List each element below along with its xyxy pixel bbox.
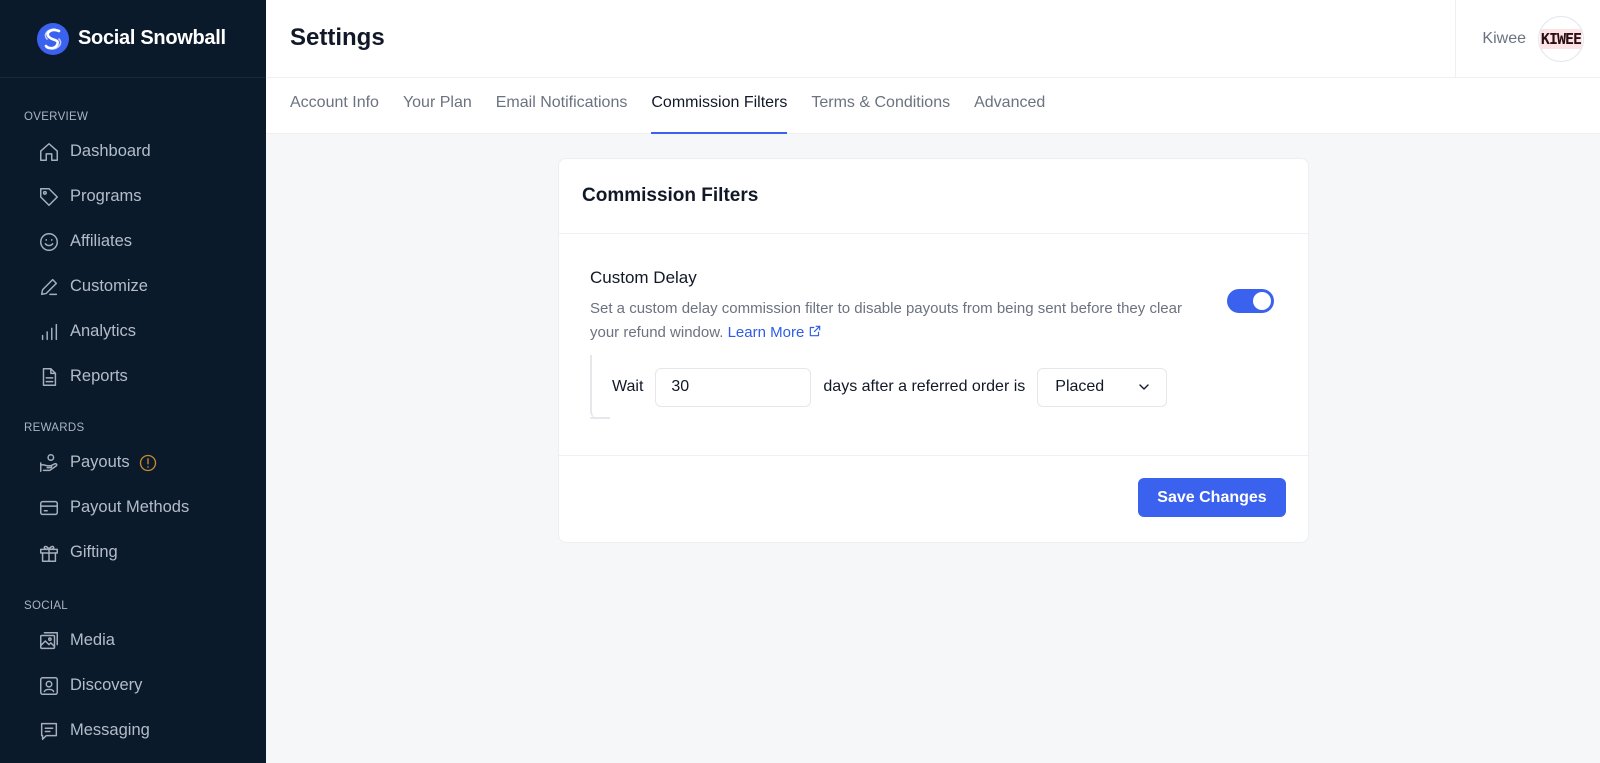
- sidebar-item-label: Payouts: [70, 453, 130, 471]
- custom-delay-setting: Custom Delay Set a custom delay commissi…: [559, 234, 1308, 456]
- home-icon: [40, 142, 58, 161]
- external-link-icon: [810, 325, 821, 337]
- delay-days-input[interactable]: [655, 367, 812, 407]
- tab-email-notifications[interactable]: Email Notifications: [496, 78, 628, 134]
- sidebar-item-payouts[interactable]: Payouts: [0, 440, 266, 485]
- section-label-social: SOCIAL: [24, 600, 68, 612]
- card-title: Commission Filters: [582, 185, 759, 206]
- tab-account-info[interactable]: Account Info: [290, 78, 379, 134]
- sidebar-item-gifting[interactable]: Gifting: [0, 530, 266, 575]
- user-menu[interactable]: Kiwee KIWEE: [1455, 0, 1600, 78]
- sidebar-item-label: Discovery: [70, 676, 143, 694]
- section-label-overview: OVERVIEW: [24, 111, 89, 123]
- sidebar-item-label: Analytics: [70, 322, 137, 340]
- brand[interactable]: Social Snowball: [0, 0, 266, 78]
- sidebar: Social Snowball OVERVIEW Dashboard Progr…: [0, 0, 266, 763]
- sidebar-item-label: Programs: [70, 187, 142, 205]
- sidebar-item-discovery[interactable]: Discovery: [0, 663, 266, 708]
- sidebar-item-reports[interactable]: Reports: [0, 354, 266, 399]
- page-title: Settings: [290, 24, 385, 51]
- hand-coin-icon: [40, 453, 58, 472]
- setting-description: Set a custom delay commission filter to …: [590, 297, 1190, 345]
- wait-label: Wait: [612, 378, 644, 395]
- user-square-icon: [40, 676, 58, 695]
- tab-your-plan[interactable]: Your Plan: [403, 78, 472, 134]
- sidebar-item-label: Dashboard: [70, 142, 151, 160]
- description-text: Set a custom delay commission filter to …: [590, 300, 1182, 341]
- sidebar-item-affiliates[interactable]: Affiliates: [0, 219, 266, 264]
- top-header: Settings Kiwee KIWEE: [266, 0, 1600, 78]
- tab-advanced[interactable]: Advanced: [974, 78, 1045, 134]
- card-footer: Save Changes: [559, 456, 1308, 542]
- document-icon: [42, 367, 57, 386]
- sidebar-item-label: Reports: [70, 367, 128, 385]
- toggle-knob: [1253, 292, 1271, 310]
- sidebar-item-label: Gifting: [70, 543, 118, 561]
- avatar-logo-text: KIWEE: [1539, 29, 1582, 49]
- message-icon: [40, 722, 58, 740]
- sidebar-item-media[interactable]: Media: [0, 618, 266, 663]
- custom-delay-toggle[interactable]: [1227, 289, 1274, 313]
- brand-name: Social Snowball: [78, 27, 226, 49]
- sidebar-item-label: Media: [70, 631, 115, 649]
- tab-commission-filters[interactable]: Commission Filters: [651, 78, 788, 134]
- chevron-down-icon: [1139, 384, 1149, 390]
- settings-tabs: Account Info Your Plan Email Notificatio…: [266, 78, 1600, 134]
- sidebar-item-analytics[interactable]: Analytics: [0, 309, 266, 354]
- bar-chart-icon: [41, 323, 58, 340]
- sidebar-item-messaging[interactable]: Messaging: [0, 708, 266, 753]
- sidebar-item-label: Messaging: [70, 721, 150, 739]
- commission-filters-card: Commission Filters Custom Delay Set a cu…: [558, 158, 1309, 543]
- order-status-select[interactable]: Placed: [1037, 367, 1168, 407]
- delay-rule-row: Wait days after a referred order is Plac…: [590, 355, 1168, 419]
- sidebar-item-label: Customize: [70, 277, 148, 295]
- setting-title: Custom Delay: [590, 268, 697, 287]
- sidebar-item-payout-methods[interactable]: Payout Methods: [0, 485, 266, 530]
- gift-icon: [40, 545, 58, 562]
- card-header: Commission Filters: [559, 159, 1308, 234]
- sidebar-item-dashboard[interactable]: Dashboard: [0, 129, 266, 174]
- snowball-s-logo: [37, 22, 69, 55]
- order-status-value: Placed: [1055, 378, 1105, 395]
- smile-icon: [40, 232, 58, 251]
- pen-icon: [40, 278, 58, 295]
- tag-icon: [40, 187, 58, 206]
- sidebar-item-customize[interactable]: Customize: [0, 264, 266, 309]
- images-icon: [40, 631, 58, 649]
- user-name: Kiwee: [1482, 30, 1526, 47]
- sidebar-item-label: Payout Methods: [70, 498, 190, 516]
- section-label-rewards: REWARDS: [24, 422, 85, 434]
- sidebar-item-label: Affiliates: [70, 232, 133, 250]
- learn-more-link[interactable]: Learn More: [728, 324, 823, 341]
- after-label: days after a referred order is: [823, 378, 1026, 395]
- save-changes-button[interactable]: Save Changes: [1138, 478, 1286, 517]
- tab-terms-conditions[interactable]: Terms & Conditions: [811, 78, 950, 134]
- learn-more-label: Learn More: [727, 324, 805, 341]
- sidebar-item-programs[interactable]: Programs: [0, 174, 266, 219]
- credit-card-icon: [40, 500, 58, 515]
- warning-icon: [139, 454, 156, 471]
- avatar[interactable]: KIWEE: [1538, 16, 1584, 62]
